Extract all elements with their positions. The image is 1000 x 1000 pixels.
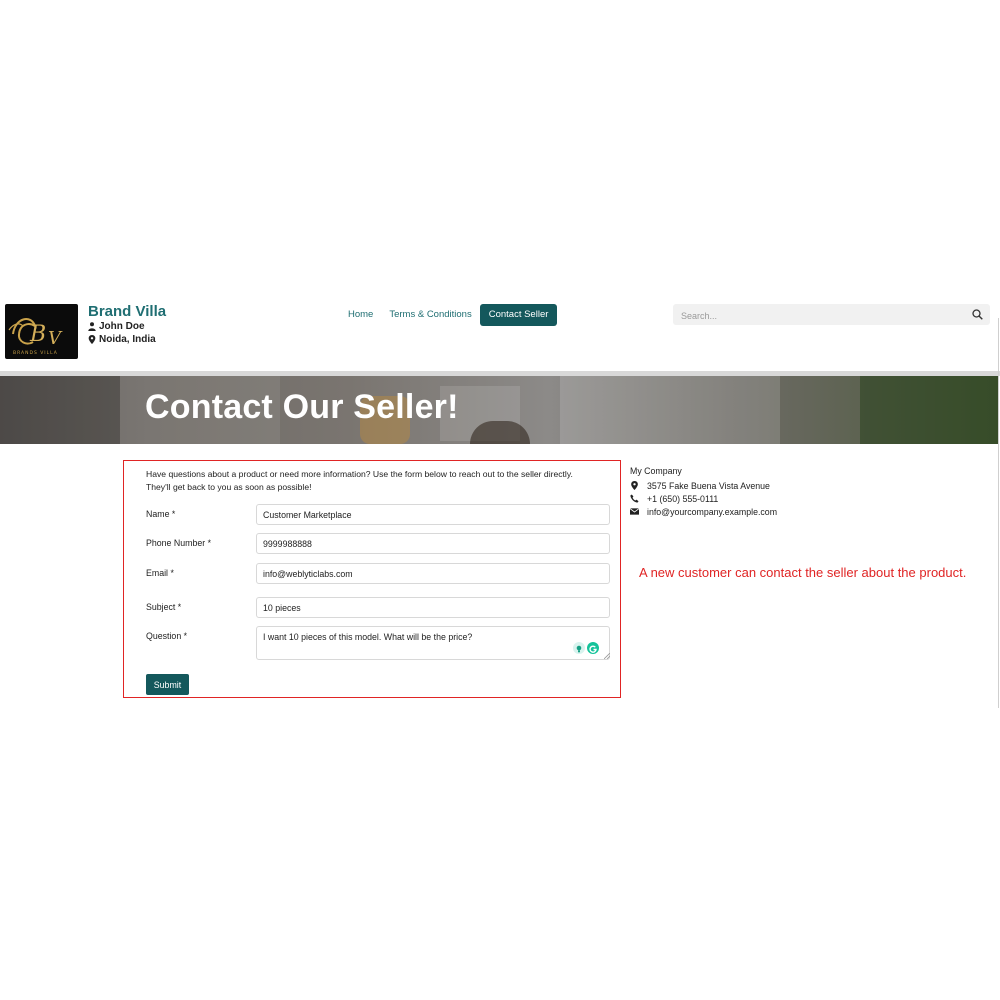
grammarly-icon[interactable] (587, 642, 599, 654)
nav-terms-conditions[interactable]: Terms & Conditions (381, 304, 479, 326)
company-name: My Company (630, 466, 682, 476)
nav-contact-seller[interactable]: Contact Seller (479, 304, 558, 326)
name-row: Name * (146, 504, 611, 525)
phone-field[interactable] (256, 533, 610, 554)
subject-label: Subject * (146, 602, 182, 612)
seller-location-row: Noida, India (88, 334, 156, 345)
user-icon (88, 322, 96, 331)
page-frame: B V BRANDS VILLA Brand Villa John Doe No… (0, 298, 1000, 708)
seller-name-row: John Doe (88, 321, 145, 332)
question-field[interactable]: I want 10 pieces of this model. What wil… (256, 626, 610, 660)
brand-logo-mark: B V BRANDS VILLA (8, 318, 63, 356)
logo-wordmark: BRANDS VILLA (13, 350, 58, 356)
name-label: Name * (146, 509, 176, 519)
email-label: Email * (146, 568, 174, 578)
hero-banner: Contact Our Seller! (0, 376, 998, 444)
subject-field[interactable] (256, 597, 610, 618)
email-row: Email * (146, 563, 611, 584)
form-intro-text: Have questions about a product or need m… (146, 469, 573, 492)
submit-button[interactable]: Submit (146, 674, 189, 695)
contact-form: Have questions about a product or need m… (123, 460, 621, 698)
svg-text:B: B (29, 322, 46, 347)
grammarly-widget[interactable] (573, 642, 599, 654)
seller-name: John Doe (99, 321, 145, 332)
company-email-row: info@yourcompany.example.com (630, 505, 777, 518)
brand-name[interactable]: Brand Villa (88, 303, 166, 320)
lightbulb-icon[interactable] (573, 642, 585, 654)
resize-handle-icon[interactable] (604, 653, 610, 659)
email-field[interactable] (256, 563, 610, 584)
map-marker-icon (631, 481, 638, 490)
envelope-icon (630, 508, 639, 515)
right-edge-divider (998, 318, 999, 708)
seller-location: Noida, India (99, 334, 156, 345)
question-row: Question * I want 10 pieces of this mode… (146, 626, 611, 660)
company-email[interactable]: info@yourcompany.example.com (647, 507, 777, 517)
map-marker-icon (88, 335, 96, 344)
phone-row: Phone Number * (146, 533, 611, 554)
phone-icon (630, 494, 639, 503)
search-icon[interactable] (972, 309, 983, 320)
company-phone-row: +1 (650) 555-0111 (630, 492, 777, 505)
name-field[interactable] (256, 504, 610, 525)
question-label: Question * (146, 631, 188, 641)
main-nav: Home Terms & Conditions Contact Seller (340, 304, 558, 326)
page-title: Contact Our Seller! (145, 388, 459, 426)
svg-text:V: V (48, 328, 63, 349)
phone-label: Phone Number * (146, 538, 212, 548)
brand-logo[interactable]: B V BRANDS VILLA (5, 304, 78, 359)
subject-row: Subject * (146, 597, 611, 618)
site-header: B V BRANDS VILLA Brand Villa John Doe No… (0, 298, 1000, 370)
company-info: My Company 3575 Fake Buena Vista Avenue … (630, 466, 777, 518)
company-address: 3575 Fake Buena Vista Avenue (647, 480, 770, 491)
nav-home[interactable]: Home (340, 304, 381, 326)
company-address-row: 3575 Fake Buena Vista Avenue (630, 479, 777, 492)
search-input[interactable] (679, 304, 963, 327)
search-bar (673, 304, 990, 327)
company-phone: +1 (650) 555-0111 (647, 493, 719, 504)
annotation-note: A new customer can contact the seller ab… (639, 565, 967, 580)
